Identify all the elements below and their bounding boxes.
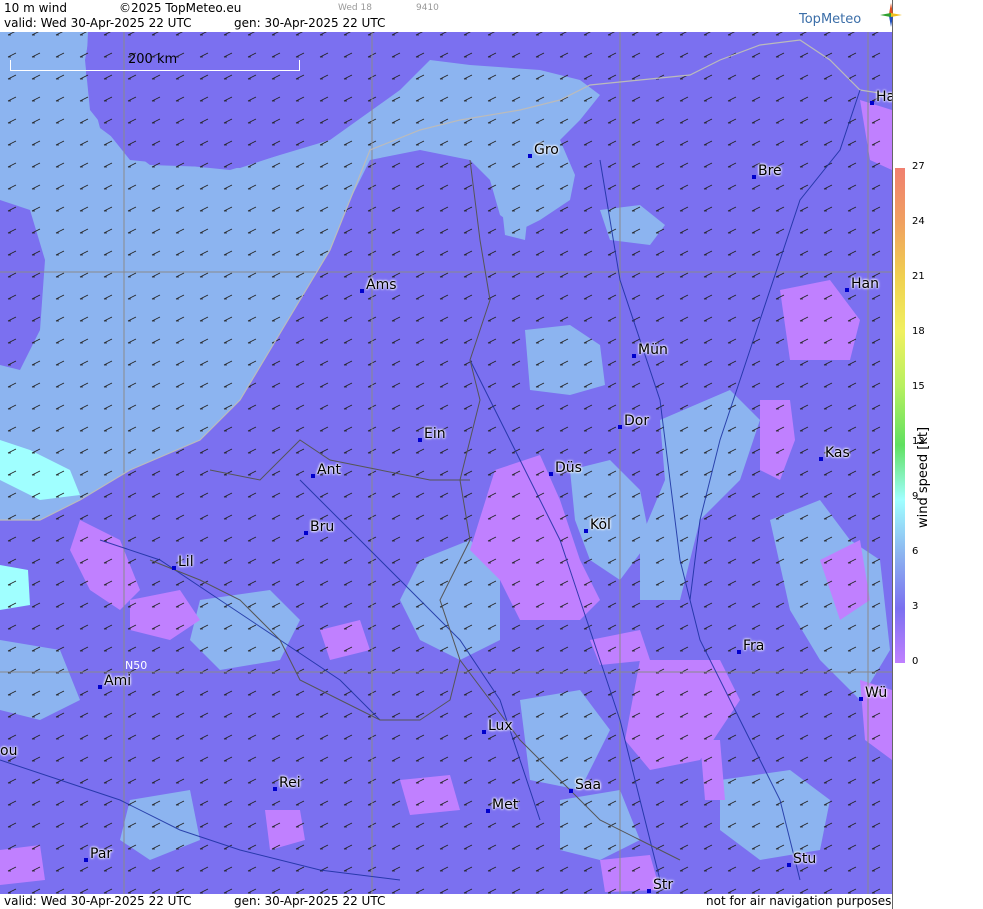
city-marker bbox=[486, 809, 490, 813]
city-bru: Bru bbox=[304, 519, 334, 535]
city-lil: Lil bbox=[172, 554, 194, 570]
copyright: ©2025 TopMeteo.eu bbox=[119, 1, 242, 15]
city-marker bbox=[273, 787, 277, 791]
scale-bar-label: 200 km bbox=[128, 52, 178, 67]
city-wu: Wü bbox=[859, 685, 887, 701]
city-marker bbox=[311, 474, 315, 478]
city-marker bbox=[618, 425, 622, 429]
city-gro: Gro bbox=[528, 142, 559, 158]
legend-tick-label: 27 bbox=[912, 161, 925, 172]
footer-generated-time: gen: 30-Apr-2025 22 UTC bbox=[234, 894, 386, 908]
color-legend: TopMeteo 27 24 21 18 15 12 9 6 3 0 wind speed [kt… bbox=[799, 0, 983, 909]
city-marker bbox=[360, 289, 364, 293]
city-marker bbox=[172, 566, 176, 570]
small-code: 9410 bbox=[416, 3, 439, 13]
city-bre: Bre bbox=[752, 163, 782, 179]
legend-tick-label: 21 bbox=[912, 271, 925, 282]
city-marker bbox=[752, 175, 756, 179]
city-ein: Ein bbox=[418, 426, 446, 442]
city-par: Par bbox=[84, 846, 112, 862]
city-marker bbox=[632, 354, 636, 358]
map-footer: valid: Wed 30-Apr-2025 22 UTC gen: 30-Ap… bbox=[0, 894, 892, 909]
city-marker bbox=[819, 457, 823, 461]
city-rei: Rei bbox=[273, 775, 301, 791]
city-mun: Mün bbox=[632, 342, 668, 358]
city-marker bbox=[84, 858, 88, 862]
city-saa: Saa bbox=[569, 777, 601, 793]
city-fra: Fra bbox=[737, 638, 764, 654]
city-met: Met bbox=[486, 797, 518, 813]
grid-label-n50: N50 bbox=[125, 659, 148, 672]
city-marker bbox=[482, 730, 486, 734]
city-marker bbox=[584, 529, 588, 533]
footer-valid-time: valid: Wed 30-Apr-2025 22 UTC bbox=[4, 894, 192, 908]
city-dor: Dor bbox=[618, 413, 649, 429]
product-title: 10 m wind bbox=[4, 1, 67, 15]
legend-tick-label: 24 bbox=[912, 216, 925, 227]
city-dus: Düs bbox=[549, 460, 582, 476]
legend-tick-label: 6 bbox=[912, 546, 919, 557]
logo-text: TopMeteo bbox=[799, 12, 862, 27]
city-marker bbox=[549, 472, 553, 476]
legend-tick-label: 0 bbox=[912, 656, 919, 667]
legend-tick-label: 18 bbox=[912, 326, 925, 337]
map-svg bbox=[0, 32, 892, 894]
wind-map: 200 km N50 Gro Bre Ha Ams Han Mün Dor Ei… bbox=[0, 32, 892, 894]
topmeteo-logo: TopMeteo bbox=[799, 12, 861, 27]
city-stu: Stu bbox=[787, 851, 816, 867]
valid-time: valid: Wed 30-Apr-2025 22 UTC bbox=[4, 16, 192, 30]
legend-tick-label: 15 bbox=[912, 381, 925, 392]
city-marker bbox=[418, 438, 422, 442]
city-ou: ou bbox=[0, 743, 18, 759]
map-header: 10 m wind ©2025 TopMeteo.eu Wed 18 9410 … bbox=[0, 0, 892, 32]
city-ha: Ha bbox=[870, 89, 892, 105]
city-marker bbox=[859, 697, 863, 701]
city-marker bbox=[737, 650, 741, 654]
disclaimer: not for air navigation purposes bbox=[706, 894, 892, 908]
compass-icon bbox=[880, 3, 902, 27]
city-marker bbox=[98, 685, 102, 689]
legend-color-bar bbox=[895, 168, 905, 663]
city-kol: Köl bbox=[584, 517, 611, 533]
legend-tick-label: 3 bbox=[912, 601, 919, 612]
city-marker bbox=[870, 101, 874, 105]
city-lux: Lux bbox=[482, 718, 513, 734]
generated-time: gen: 30-Apr-2025 22 UTC bbox=[234, 16, 386, 30]
city-marker bbox=[569, 789, 573, 793]
city-marker bbox=[845, 288, 849, 292]
city-marker bbox=[528, 154, 532, 158]
city-han: Han bbox=[845, 276, 879, 292]
city-ant: Ant bbox=[311, 462, 341, 478]
city-str: Str bbox=[647, 877, 673, 893]
city-marker bbox=[647, 889, 651, 893]
city-marker bbox=[787, 863, 791, 867]
city-marker bbox=[304, 531, 308, 535]
city-kas: Kas bbox=[819, 445, 850, 461]
city-ams: Ams bbox=[360, 277, 397, 293]
small-time: Wed 18 bbox=[338, 3, 372, 13]
legend-unit-label: wind speed [kt] bbox=[916, 426, 932, 529]
city-ami: Ami bbox=[98, 673, 131, 689]
